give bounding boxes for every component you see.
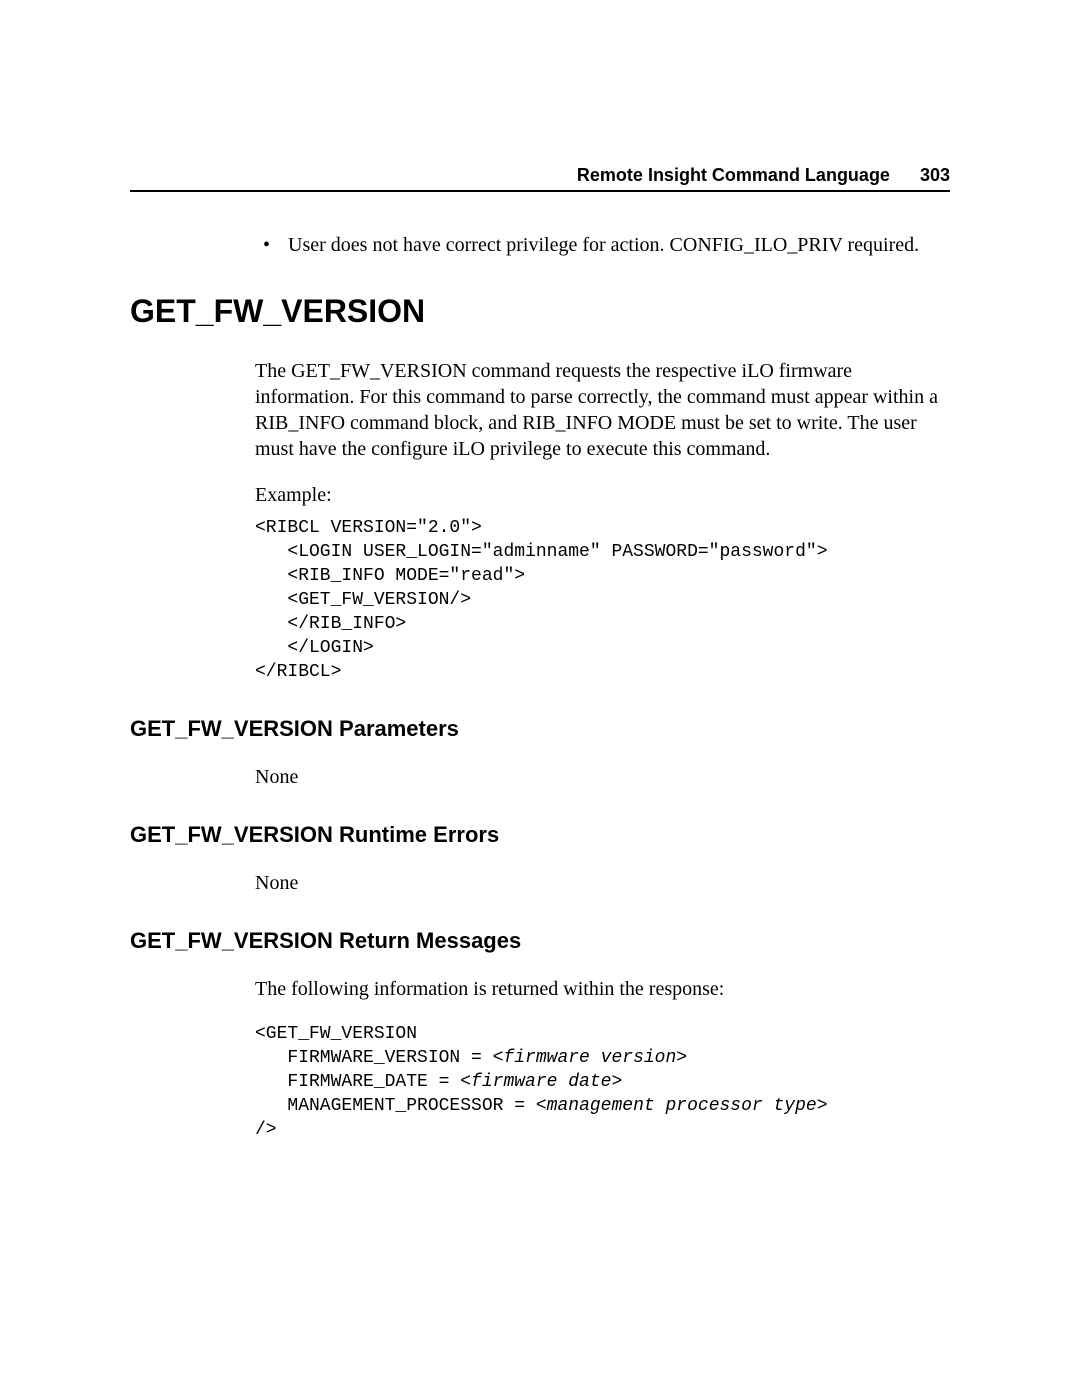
description-paragraph: The GET_FW_VERSION command requests the …: [255, 358, 950, 462]
return-messages-body: The following information is returned wi…: [255, 976, 950, 1002]
return-messages-heading: GET_FW_VERSION Return Messages: [130, 928, 950, 954]
page-content: Remote Insight Command Language 303 • Us…: [0, 0, 1080, 1142]
code-italic-firmware-version: <firmware version>: [493, 1048, 687, 1068]
page-header: Remote Insight Command Language 303: [130, 165, 950, 192]
code-mid1: FIRMWARE_DATE =: [255, 1072, 460, 1092]
code-italic-mgmt-processor: <management processor type>: [536, 1096, 828, 1116]
code-post: />: [255, 1120, 277, 1140]
code-italic-firmware-date: <firmware date>: [460, 1072, 622, 1092]
header-page-number: 303: [920, 165, 950, 186]
runtime-errors-body: None: [255, 870, 950, 896]
bullet-text: User does not have correct privilege for…: [288, 232, 919, 258]
code-mid2: MANAGEMENT_PROCESSOR =: [255, 1096, 536, 1116]
parameters-body: None: [255, 764, 950, 790]
bullet-item: • User does not have correct privilege f…: [265, 232, 950, 258]
return-code-example: <GET_FW_VERSION FIRMWARE_VERSION = <firm…: [255, 1022, 950, 1142]
example-label: Example:: [255, 482, 950, 508]
bullet-marker: •: [263, 232, 270, 258]
runtime-errors-heading: GET_FW_VERSION Runtime Errors: [130, 822, 950, 848]
parameters-heading: GET_FW_VERSION Parameters: [130, 716, 950, 742]
header-section-title: Remote Insight Command Language: [577, 165, 890, 186]
code-example: <RIBCL VERSION="2.0"> <LOGIN USER_LOGIN=…: [255, 516, 950, 684]
code-pre: <GET_FW_VERSION FIRMWARE_VERSION =: [255, 1024, 493, 1068]
main-heading: GET_FW_VERSION: [130, 293, 950, 330]
